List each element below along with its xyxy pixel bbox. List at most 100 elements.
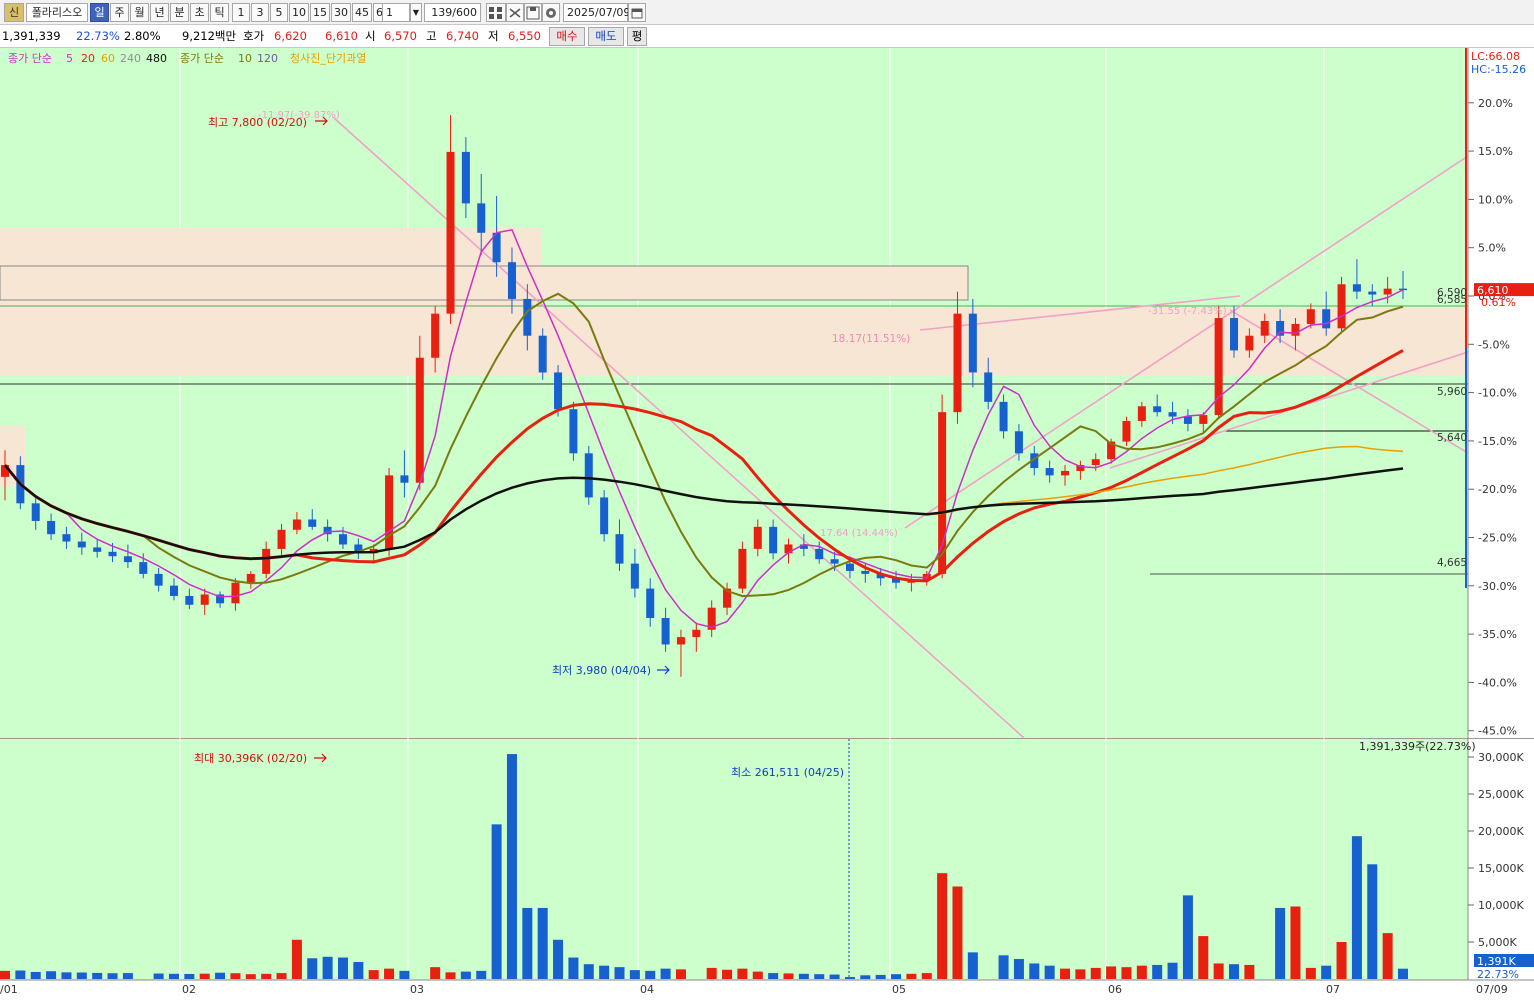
sell-button[interactable]: 매도 [588,27,624,46]
interval-5[interactable]: 5 [270,3,288,22]
volume-min-annotation: 최소 261,511 (04/25) [731,766,844,779]
tab-day[interactable]: 일 [90,3,109,22]
volume-bar [168,973,179,979]
candle-body [999,401,1008,432]
volume-bar [353,961,364,979]
chart-area[interactable]: 20.0% 15.0% 10.0% 5.0% 0.0% -5.0% -10.0% -15.0%… [0,48,1534,1000]
volume-bar [1398,968,1408,979]
volume-bar [1321,965,1332,979]
candle-body [1245,335,1254,351]
buy-button[interactable]: 매수 [549,27,585,46]
x-tick-label: 06 [1108,983,1122,996]
volume-bar [1182,895,1193,979]
volume-bar [1382,933,1393,979]
volume-bar [1029,963,1040,979]
grid-icon[interactable] [486,3,506,22]
candle-body [953,313,962,413]
volume-bar [645,970,656,979]
candle-body [231,582,240,604]
candle-body [262,548,271,574]
volume-bar [1213,963,1224,979]
volume-bar [967,952,978,979]
volume-bar [261,973,272,979]
calendar-icon[interactable] [628,3,646,22]
volume-bar [1013,959,1024,979]
y-tick-label: 15.0% [1478,145,1513,158]
volume-bar [906,973,917,979]
stock-name-field[interactable]: 폴라리스오 [26,3,88,22]
x-tick-label: 02 [182,983,196,996]
high-pct-annotation: -11.97(-39.87%) [258,110,340,121]
volume-bar [122,973,133,979]
volume-bar [921,973,932,979]
candle-body [1260,320,1269,336]
volume-bar [844,977,855,979]
volume-bar [476,970,487,979]
volume-bar [1090,967,1101,979]
interval-3[interactable]: 3 [251,3,269,22]
interval-dropdown-icon[interactable]: ▼ [410,3,422,22]
interval-15[interactable]: 15 [310,3,330,22]
interval-45[interactable]: 45 [352,3,372,22]
candle-body [661,618,670,645]
candle-body [815,548,824,560]
tab-year[interactable]: 년 [150,3,169,22]
tab-tick[interactable]: 틱 [210,3,229,22]
y-tick-label: 20.0% [1478,97,1513,110]
amount-value: 9,212백만 [182,29,237,43]
candle-body [538,335,547,373]
zoom-icon[interactable] [506,3,524,22]
volume-bar [522,907,533,979]
volume-bar [107,973,118,979]
interval-10[interactable]: 10 [289,3,309,22]
volume-header: 1,391,339주(22.73%) [1359,740,1476,753]
candle-body [93,547,102,552]
interval-input[interactable]: 1 [382,3,410,22]
candle-body [200,594,209,605]
save-icon[interactable] [524,3,542,22]
tab-second[interactable]: 초 [190,3,209,22]
volume-bar [568,957,579,979]
volume-percent: 22.73% [76,29,120,43]
right-pct-annotation: -31.55 (-7.43%) [1148,306,1227,317]
candle-body [523,298,532,336]
volume-bar [30,971,41,979]
interval-1[interactable]: 1 [232,3,250,22]
candle-body [1368,291,1377,295]
blueprint-zone [0,266,968,300]
tab-month[interactable]: 월 [130,3,149,22]
y-tick-label: -30.0% [1478,580,1517,593]
legend-period-10: 10 [238,52,252,65]
candle-body [646,588,655,618]
volume-bar [660,968,671,979]
settings-gear-icon[interactable] [542,3,560,22]
price-chart[interactable]: 20.0%15.0%10.0%5.0%0.0%-5.0%-10.0%-15.0%… [0,48,1534,1000]
vol-tick-label: 25,000K [1478,788,1524,801]
date-field[interactable]: 2025/07/09 [563,3,630,22]
candle-body [1322,309,1331,329]
eval-button[interactable]: 평 [627,27,647,46]
candle-body [1168,412,1177,417]
volume-bar [506,754,517,979]
volume-bar [307,958,318,979]
volume-bar [46,971,57,979]
candle-body [1230,318,1239,351]
legend-period-60: 60 [101,52,115,65]
quote-label: 호가 [243,29,265,43]
candle-body [676,637,685,645]
tab-week[interactable]: 주 [110,3,129,22]
candle-body [769,526,778,554]
volume-bar [860,975,871,979]
candle-body [154,573,163,586]
y-tick-label: -45.0% [1478,725,1517,738]
interval-30[interactable]: 30 [331,3,351,22]
tab-minute[interactable]: 분 [170,3,189,22]
volume-bar [92,972,103,979]
open-label: 시 [365,29,376,43]
x-tick-label: 04 [640,983,654,996]
volume-bar [368,970,379,979]
volume-bar [1121,967,1132,979]
candle-body [1306,309,1315,324]
range-field[interactable]: 139/600 [424,3,481,22]
hc-label: HC:-15.26 [1471,63,1526,76]
